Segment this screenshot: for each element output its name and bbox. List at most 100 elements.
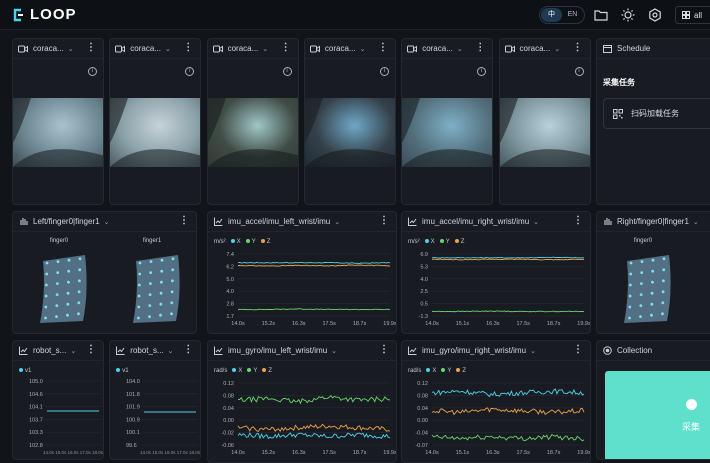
more-options-icon[interactable]: ⋮ [183,43,193,53]
folder-icon[interactable] [593,7,609,23]
taxel-point [56,260,60,263]
taxel-point [138,272,142,276]
x-tick-label: 19.9s [577,321,591,327]
app-logo[interactable]: LOOP [12,6,77,23]
y-tick-label: 100.9 [126,417,140,423]
taxel-point [160,258,164,262]
settings-icon[interactable] [647,7,663,23]
taxel-point [170,312,173,316]
more-options-icon[interactable]: ⋮ [573,43,583,53]
taxel-point [662,279,665,283]
language-toggle[interactable]: 中 EN [539,6,585,24]
camera-feed [304,98,395,167]
top-bar: LOOP 中 EN all [0,0,710,30]
y-tick-label: 104.0 [126,379,140,385]
taxel-point [662,257,666,261]
series-line-y [237,395,391,405]
more-options-icon[interactable]: ⋮ [281,43,291,53]
taxel-point [629,261,633,265]
hand-icon [18,217,28,227]
more-options-icon[interactable]: ⋮ [86,43,96,53]
x-tick-label: 16.3s [486,321,500,327]
info-icon[interactable]: i [282,67,292,76]
camera-panel: coraca... ⌄ ⋮ i [498,38,591,205]
x-tick-label: 16.3s [486,450,500,456]
taxel-point [149,282,152,285]
y-tick-label: 1.7 [226,314,234,320]
y-tick-label: 7.4 [226,252,234,258]
scan-load-task-button[interactable]: 扫码加载任务 [603,98,710,129]
camera-header: coraca... ⌄ ⋮ [402,39,493,59]
sun-icon[interactable] [620,7,636,23]
camera-feed [13,98,103,167]
chevron-down-icon[interactable]: ⌄ [104,218,110,226]
taxel-point [639,293,643,296]
lang-zh-option[interactable]: 中 [541,8,562,22]
info-icon[interactable]: i [88,67,97,76]
taxel-point [640,271,644,274]
y-tick-label: 5.0 [226,277,234,283]
chevron-down-icon[interactable]: ⌄ [457,45,463,53]
camera-panel: coraca... ⌄ ⋮ i [206,38,299,205]
taxel-point [67,269,71,273]
taxel-point [170,290,174,294]
collect-button[interactable]: 采集 [605,371,710,459]
more-options-icon[interactable]: ⋮ [378,43,388,53]
x-tick-label: 19.9s [383,450,397,456]
x-tick-label: 14.0s [231,450,245,456]
camera-title: coraca... [33,44,64,53]
taxel-point [159,291,163,295]
info-icon[interactable]: i [185,67,195,76]
camera-title: coraca... [227,44,259,53]
camera-title: coraca... [324,44,356,53]
taxel-point [77,312,80,316]
chevron-down-icon[interactable]: ⌄ [554,45,560,53]
y-tick-label: 103.7 [29,417,43,423]
video-camera-icon [504,44,515,54]
y-tick-label: 0.00 [417,418,428,424]
finger0-label: finger0 [633,238,653,244]
more-options-icon[interactable]: ⋮ [475,43,485,53]
taxel-point [67,258,71,262]
x-tick-label: 17.5s [322,321,336,327]
taxel-point [651,269,655,273]
schedule-header: Schedule [597,39,710,59]
taxel-point [66,313,69,317]
chevron-down-icon[interactable]: ⌄ [165,45,171,53]
info-icon[interactable]: i [477,67,487,76]
chevron-down-icon[interactable]: ⌄ [693,218,699,226]
chevron-down-icon[interactable]: ⌄ [262,45,268,53]
info-icon[interactable]: i [379,67,389,76]
taxel-point [629,272,633,276]
y-tick-label: 0.08 [417,393,428,399]
y-tick-label: 0.12 [417,381,428,387]
chevron-down-icon[interactable]: ⌄ [68,45,74,53]
taxel-point [661,290,665,294]
schedule-panel: Schedule 采集任务 扫码加载任务 [596,38,710,205]
x-tick-label: 19.9s [383,321,397,327]
camera-header: coraca... ⌄ ⋮ [499,39,590,59]
series-line-y [237,308,391,311]
camera-header: coraca... ⌄ ⋮ [13,39,103,59]
taxel-point [149,271,153,274]
video-camera-icon [212,44,223,54]
y-tick-label: 103.3 [29,430,43,436]
y-tick-label: 4.0 [420,277,428,283]
taxel-point [137,305,141,309]
imu-chart-panel: imu_gyro/imu_right_wrist/imu ⌄ ⋮ rad/s X… [401,340,591,463]
y-tick-label: 0.04 [417,406,428,412]
taxel-point [661,312,664,316]
more-options-icon[interactable]: ⋮ [179,216,189,226]
taxel-point [160,269,164,273]
taxel-point [148,315,151,318]
info-icon[interactable]: i [574,67,584,76]
camera-feed [499,98,590,167]
lang-en-option[interactable]: EN [562,8,583,22]
chevron-down-icon[interactable]: ⌄ [360,45,366,53]
taxel-point [138,261,142,265]
layout-all-button[interactable]: all [675,6,710,24]
y-tick-label: 0.5 [420,302,428,308]
imu-chart-panel: imu_accel/imu_left_wrist/imu ⌄ ⋮ m/s² XY… [207,211,397,334]
grid-icon [682,11,690,19]
camera-frame-image [207,98,298,167]
